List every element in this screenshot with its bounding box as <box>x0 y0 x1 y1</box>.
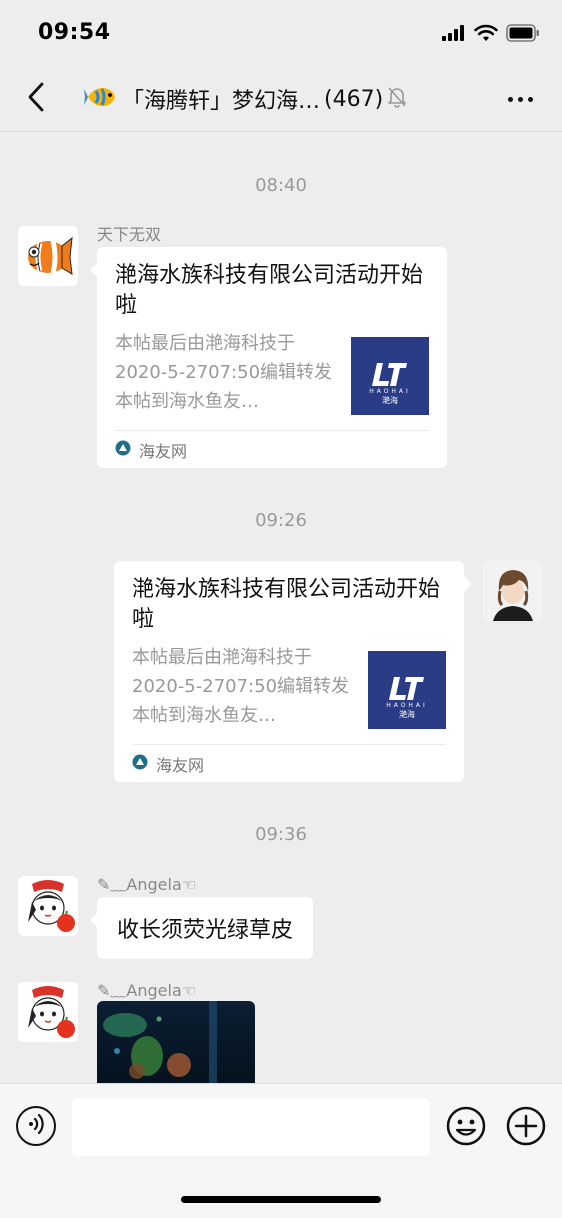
home-indicator[interactable] <box>181 1196 381 1203</box>
chat-title: 「海腾轩」梦幻海… <box>122 89 321 114</box>
status-icons <box>442 24 540 46</box>
message-timestamp: 09:26 <box>255 510 307 531</box>
message-input[interactable] <box>72 1098 430 1156</box>
fish-emoji-icon <box>84 82 118 116</box>
back-button[interactable] <box>18 80 54 118</box>
battery-icon <box>506 24 540 46</box>
avatar-self[interactable] <box>483 561 543 621</box>
link-card[interactable]: 滟海水族科技有限公司活动开始啦 本帖最后由滟海科技于2020-5-2707:50… <box>97 247 447 468</box>
sender-name: ✎﹏Angela☜ <box>97 981 197 1000</box>
source-logo-icon <box>132 754 148 774</box>
more-options-button[interactable] <box>504 88 536 110</box>
link-card-title: 滟海水族科技有限公司活动开始啦 <box>115 263 424 318</box>
voice-icon <box>25 1113 47 1139</box>
thumbnail-brand-cn: 滟海 <box>382 396 398 405</box>
link-card-source-name: 海友网 <box>139 441 188 461</box>
more-functions-button[interactable] <box>506 1106 546 1146</box>
smiley-icon <box>446 1106 486 1150</box>
link-card[interactable]: 滟海水族科技有限公司活动开始啦 本帖最后由滟海科技于2020-5-2707:50… <box>114 561 464 782</box>
message-timestamp: 08:40 <box>255 175 307 196</box>
plus-icon <box>506 1106 546 1150</box>
source-logo-icon <box>115 440 131 460</box>
dot <box>517 96 523 102</box>
member-count: (467) <box>324 86 384 112</box>
message-timestamp: 09:36 <box>255 824 307 845</box>
nav-bar: 「海腾轩」梦幻海… (467) <box>0 66 562 132</box>
chevron-left-icon <box>27 82 45 116</box>
chat-title-area[interactable]: 「海腾轩」梦幻海… (467) <box>84 82 407 116</box>
link-card-description: 本帖最后由滟海科技于2020-5-2707:50编辑转发本帖到海水鱼友… <box>115 333 333 412</box>
status-time: 09:54 <box>38 20 111 45</box>
dot <box>507 96 513 102</box>
link-card-thumbnail: HAOHAI 滟海 <box>368 651 446 729</box>
link-card-source: 海友网 <box>132 744 446 782</box>
link-card-thumbnail: HAOHAI 滟海 <box>351 337 429 415</box>
voice-input-button[interactable] <box>16 1106 56 1146</box>
avatar-angela[interactable] <box>18 876 78 936</box>
link-card-body: 本帖最后由滟海科技于2020-5-2707:50编辑转发本帖到海水鱼友… HAO… <box>115 329 429 416</box>
bubble-tail <box>464 576 472 592</box>
mute-bell-icon <box>387 86 407 112</box>
link-card-source: 海友网 <box>115 430 429 468</box>
link-card-body: 本帖最后由滟海科技于2020-5-2707:50编辑转发本帖到海水鱼友… HAO… <box>132 643 446 730</box>
wifi-icon <box>474 24 498 46</box>
cellular-signal-icon <box>442 25 466 45</box>
image-message[interactable] <box>97 1001 255 1083</box>
emoji-button[interactable] <box>446 1106 486 1146</box>
dot <box>527 96 533 102</box>
avatar-clownfish[interactable] <box>18 226 78 286</box>
chat-messages[interactable]: 08:40 天下无双 滟海水族科技有限公司活动开始啦 本帖最后由滟海科技于202… <box>0 133 562 1083</box>
text-message-bubble[interactable]: 收长须荧光绿草皮 <box>97 897 314 959</box>
thumbnail-brand-cn: 滟海 <box>399 710 415 719</box>
link-card-source-name: 海友网 <box>156 755 205 775</box>
thumbnail-brand-text: HAOHAI <box>386 702 428 709</box>
link-card-title: 滟海水族科技有限公司活动开始啦 <box>132 577 441 632</box>
status-bar: 09:54 <box>0 0 562 66</box>
avatar-angela[interactable] <box>18 982 78 1042</box>
thumbnail-brand-text: HAOHAI <box>369 388 411 395</box>
sender-name: 天下无双 <box>97 225 162 244</box>
sender-name: ✎﹏Angela☜ <box>97 875 197 894</box>
link-card-description: 本帖最后由滟海科技于2020-5-2707:50编辑转发本帖到海水鱼友… <box>132 647 350 726</box>
